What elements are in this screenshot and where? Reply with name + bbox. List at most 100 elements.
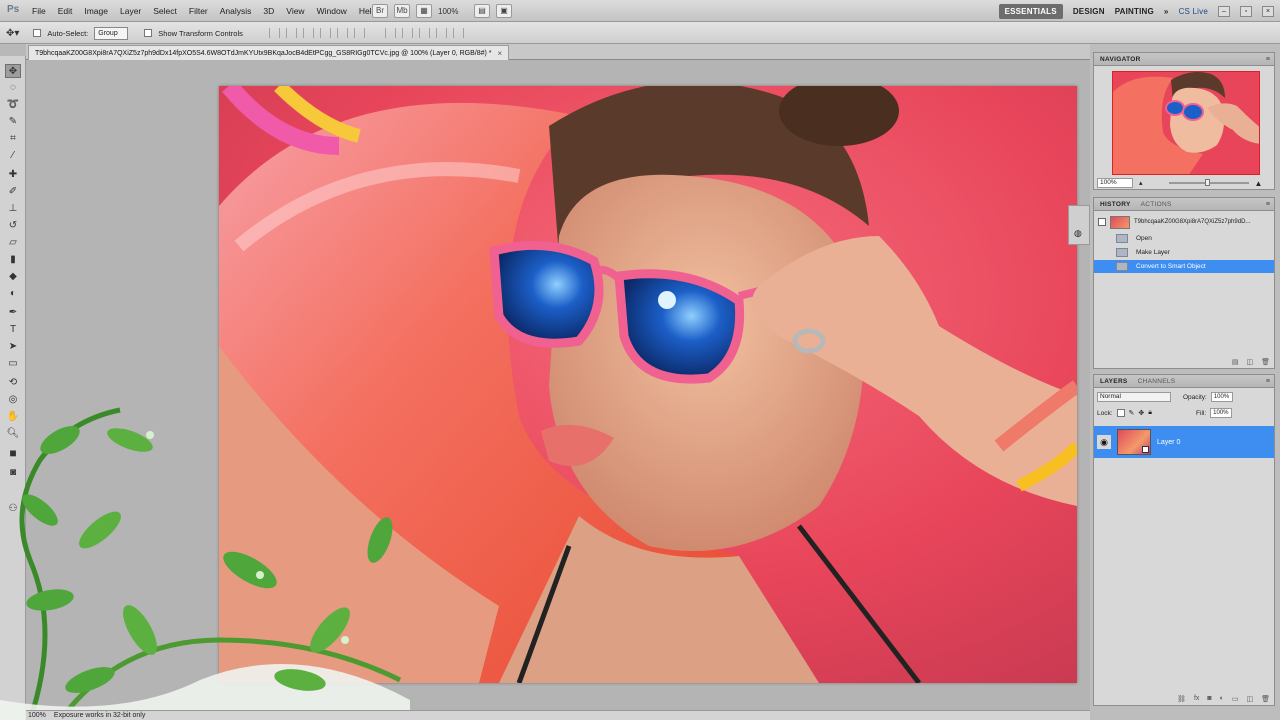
layer-row[interactable]: ◉ Layer 0 xyxy=(1094,426,1274,458)
panel-menu-icon[interactable]: ≡ xyxy=(1266,201,1270,208)
history-item[interactable]: Open xyxy=(1094,232,1274,245)
launch-minibridge-button[interactable]: Mb xyxy=(394,4,410,18)
panel-menu-icon[interactable]: ≡ xyxy=(1266,56,1270,63)
dodge-tool-icon[interactable]: ◐ xyxy=(5,287,21,301)
info-panel-icon[interactable]: ◍ xyxy=(1074,228,1084,238)
menu-filter[interactable]: Filter xyxy=(183,0,214,22)
align-left-icon[interactable] xyxy=(319,28,331,38)
tab-history[interactable]: HISTORY xyxy=(1097,200,1134,209)
history-brush-source-icon[interactable] xyxy=(1098,218,1106,226)
document-close-icon[interactable]: × xyxy=(498,49,503,58)
brush-tool-icon[interactable]: ✐ xyxy=(5,185,21,199)
eye-icon[interactable]: ◉ xyxy=(1097,435,1111,449)
tab-layers[interactable]: LAYERS xyxy=(1097,377,1131,386)
align-bottom-icon[interactable] xyxy=(302,28,314,38)
maximize-icon[interactable]: ▫ xyxy=(1240,5,1252,17)
menu-file[interactable]: File xyxy=(26,0,52,22)
delete-layer-icon[interactable]: 🗑︎ xyxy=(1261,695,1270,703)
group-icon[interactable]: ▭ xyxy=(1232,695,1239,703)
navigator-zoom-slider[interactable] xyxy=(1168,179,1249,186)
status-zoom[interactable]: 100% xyxy=(28,712,46,719)
menu-analysis[interactable]: Analysis xyxy=(214,0,258,22)
lock-all-icon[interactable]: 🔒︎ xyxy=(1148,409,1152,417)
type-tool-icon[interactable]: T xyxy=(5,323,21,337)
tab-actions[interactable]: ACTIONS xyxy=(1138,200,1175,209)
quick-select-tool-icon[interactable]: ✎ xyxy=(5,115,21,129)
arrange-documents-button[interactable]: ▤ xyxy=(474,4,490,18)
new-layer-icon[interactable]: ◫ xyxy=(1246,695,1253,703)
workspace-essentials[interactable]: ESSENTIALS xyxy=(998,3,1063,19)
menu-window[interactable]: Window xyxy=(311,0,353,22)
distribute-right-icon[interactable] xyxy=(452,28,464,38)
history-snapshot[interactable]: T9bhcqaaKZ00G8Xpi8rA7QXiZ5z7ph9dD... xyxy=(1098,214,1274,230)
new-document-from-state-icon[interactable]: ▤ xyxy=(1232,358,1239,366)
menu-view[interactable]: View xyxy=(280,0,310,22)
distribute-left-icon[interactable] xyxy=(435,28,447,38)
opacity-field[interactable]: 100% xyxy=(1210,392,1233,402)
menu-layer[interactable]: Layer xyxy=(114,0,147,22)
launch-bridge-button[interactable]: Br xyxy=(372,4,388,18)
lock-position-icon[interactable]: ✥ xyxy=(1138,409,1144,417)
link-layers-icon[interactable]: ⛓ xyxy=(1177,695,1186,703)
new-snapshot-icon[interactable]: ◫ xyxy=(1246,358,1253,366)
distribute-bottom-icon[interactable] xyxy=(418,28,430,38)
marquee-tool-icon[interactable]: ◌ xyxy=(5,81,21,95)
workspace-more[interactable]: » xyxy=(1164,7,1169,16)
workspace-design[interactable]: DESIGN xyxy=(1073,7,1105,16)
move-tool-preset-icon[interactable]: ✥▾ xyxy=(6,28,19,39)
lasso-tool-icon[interactable]: ➰ xyxy=(5,98,21,112)
menu-select[interactable]: Select xyxy=(147,0,183,22)
history-item-selected[interactable]: Convert to Smart Object xyxy=(1094,260,1274,273)
fill-field[interactable]: 100% xyxy=(1210,408,1233,418)
menu-image[interactable]: Image xyxy=(78,0,114,22)
eraser-tool-icon[interactable]: ▱ xyxy=(5,236,21,250)
gradient-tool-icon[interactable]: ▮ xyxy=(5,253,21,267)
screen-mode-button[interactable]: ▣ xyxy=(496,4,512,18)
tab-navigator[interactable]: NAVIGATOR xyxy=(1097,55,1144,64)
lock-transparency-checkbox[interactable] xyxy=(1116,409,1125,417)
auto-select-checkbox[interactable] xyxy=(33,29,42,37)
blur-tool-icon[interactable]: ◆ xyxy=(5,270,21,284)
clone-stamp-tool-icon[interactable]: ⊥ xyxy=(5,202,21,216)
menu-3d[interactable]: 3D xyxy=(257,0,280,22)
align-vcenter-icon[interactable] xyxy=(285,28,297,38)
path-select-tool-icon[interactable]: ➤ xyxy=(5,340,21,354)
zoom-in-icon[interactable]: ▲ xyxy=(1255,179,1263,188)
cs-live-button[interactable]: CS Live xyxy=(1179,7,1208,16)
panel-menu-icon[interactable]: ≡ xyxy=(1266,378,1270,385)
distribute-top-icon[interactable] xyxy=(384,28,396,38)
crop-tool-icon[interactable]: ⌗ xyxy=(5,132,21,146)
navigator-zoom-field[interactable]: 100% xyxy=(1097,178,1133,188)
history-item[interactable]: Make Layer xyxy=(1094,246,1274,259)
eyedropper-tool-icon[interactable]: ⁄ xyxy=(5,149,21,163)
workspace-painting[interactable]: PAINTING xyxy=(1115,7,1154,16)
document-tab[interactable]: T9bhcqaaKZ00G8Xpi8rA7QXiZ5z7ph9dDx14fpXO… xyxy=(28,45,510,60)
blend-mode-select[interactable]: Normal xyxy=(1097,392,1171,402)
workspace-switcher: ESSENTIALS DESIGN PAINTING » CS Live – ▫… xyxy=(998,2,1274,20)
show-transform-checkbox[interactable] xyxy=(144,29,153,37)
move-tool-icon[interactable]: ✥ xyxy=(5,64,21,78)
layer-name[interactable]: Layer 0 xyxy=(1157,439,1180,446)
align-top-icon[interactable] xyxy=(268,28,280,38)
tab-channels[interactable]: CHANNELS xyxy=(1135,377,1179,386)
delete-state-icon[interactable]: 🗑︎ xyxy=(1261,358,1270,366)
pen-tool-icon[interactable]: ✒ xyxy=(5,306,21,320)
close-icon[interactable]: × xyxy=(1262,5,1274,17)
align-right-icon[interactable] xyxy=(353,28,365,38)
layer-style-icon[interactable]: fx xyxy=(1194,695,1199,703)
zoom-out-icon[interactable]: ▴ xyxy=(1139,179,1143,187)
menu-edit[interactable]: Edit xyxy=(52,0,79,22)
minimize-icon[interactable]: – xyxy=(1218,5,1230,17)
adjustment-layer-icon[interactable]: ◐ xyxy=(1220,695,1224,703)
shape-tool-icon[interactable]: ▭ xyxy=(5,357,21,371)
view-extras-button[interactable]: ▦ xyxy=(416,4,432,18)
history-brush-tool-icon[interactable]: ↺ xyxy=(5,219,21,233)
healing-brush-tool-icon[interactable]: ✚ xyxy=(5,168,21,182)
auto-select-dropdown[interactable]: Group xyxy=(94,26,129,40)
distribute-center-icon[interactable] xyxy=(401,28,413,38)
layer-mask-icon[interactable]: ◙ xyxy=(1207,695,1211,703)
zoom-level-select[interactable]: 100% xyxy=(438,7,468,16)
align-hcenter-icon[interactable] xyxy=(336,28,348,38)
lock-pixels-icon[interactable]: ✎ xyxy=(1129,409,1135,417)
navigator-thumbnail[interactable] xyxy=(1112,71,1260,175)
